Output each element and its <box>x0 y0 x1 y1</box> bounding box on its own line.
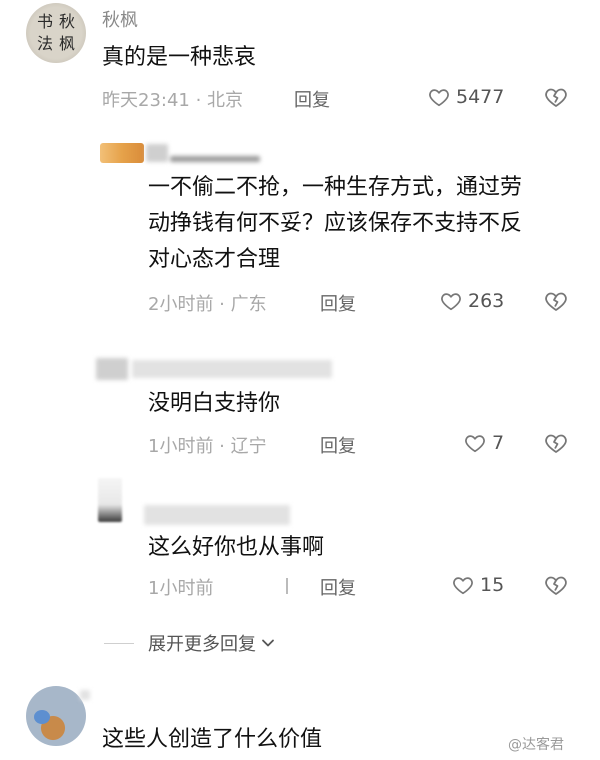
heart-outline-icon[interactable] <box>464 432 486 454</box>
comment-text: 真的是一种悲哀 <box>102 45 257 70</box>
broken-heart-icon[interactable] <box>544 85 568 109</box>
blurred-location <box>286 578 288 594</box>
reply-button[interactable]: 回复 <box>320 574 356 600</box>
like-count: 15 <box>480 574 505 596</box>
reply-avatar[interactable] <box>98 478 122 522</box>
reply-button[interactable]: 回复 <box>294 86 330 112</box>
blurred-username <box>146 144 168 162</box>
expand-divider <box>104 643 134 644</box>
avatar[interactable]: 书 秋 法 枫 <box>26 3 86 63</box>
comment-text: 这么好你也从事啊 <box>148 535 325 560</box>
heart-outline-icon[interactable] <box>428 86 450 108</box>
avatar[interactable] <box>26 686 86 746</box>
reply-button[interactable]: 回复 <box>320 432 356 458</box>
username[interactable]: 秋枫 <box>102 6 138 32</box>
reply-avatar[interactable] <box>96 358 128 380</box>
like-count: 263 <box>468 290 505 312</box>
comment-text: 一不偷二不抢，一种生存方式，通过劳 动挣钱有何不妥？应该保存不支持不反 对心态才… <box>148 175 523 272</box>
comment-meta: 2小时前 · 广东 <box>148 294 267 315</box>
reply-avatar[interactable] <box>100 143 144 163</box>
chevron-down-icon <box>260 635 276 651</box>
comment-meta: 1小时前 · 辽宁 <box>148 436 267 457</box>
avatar-detail <box>34 710 50 724</box>
watermark: @达客君 <box>508 737 564 753</box>
broken-heart-icon[interactable] <box>544 289 568 313</box>
blurred-username <box>144 505 290 525</box>
expand-more-button[interactable]: 展开更多回复 <box>148 630 276 656</box>
blurred-username <box>80 690 90 700</box>
heart-outline-icon[interactable] <box>440 290 462 312</box>
broken-heart-icon[interactable] <box>544 573 568 597</box>
heart-outline-icon[interactable] <box>452 574 474 596</box>
comment-meta: 昨天23:41 · 北京 <box>102 90 244 111</box>
like-count: 5477 <box>456 86 505 108</box>
blurred-username <box>132 360 332 378</box>
avatar-seal: 书 秋 法 枫 <box>36 12 75 53</box>
blurred-username <box>170 156 260 162</box>
like-count: 7 <box>492 432 505 454</box>
broken-heart-icon[interactable] <box>544 431 568 455</box>
reply-button[interactable]: 回复 <box>320 290 356 316</box>
comment-meta: 1小时前 <box>148 578 214 599</box>
comment-text: 这些人创造了什么价值 <box>102 727 323 752</box>
comment-text: 没明白支持你 <box>148 391 281 416</box>
expand-more-label: 展开更多回复 <box>148 634 256 655</box>
